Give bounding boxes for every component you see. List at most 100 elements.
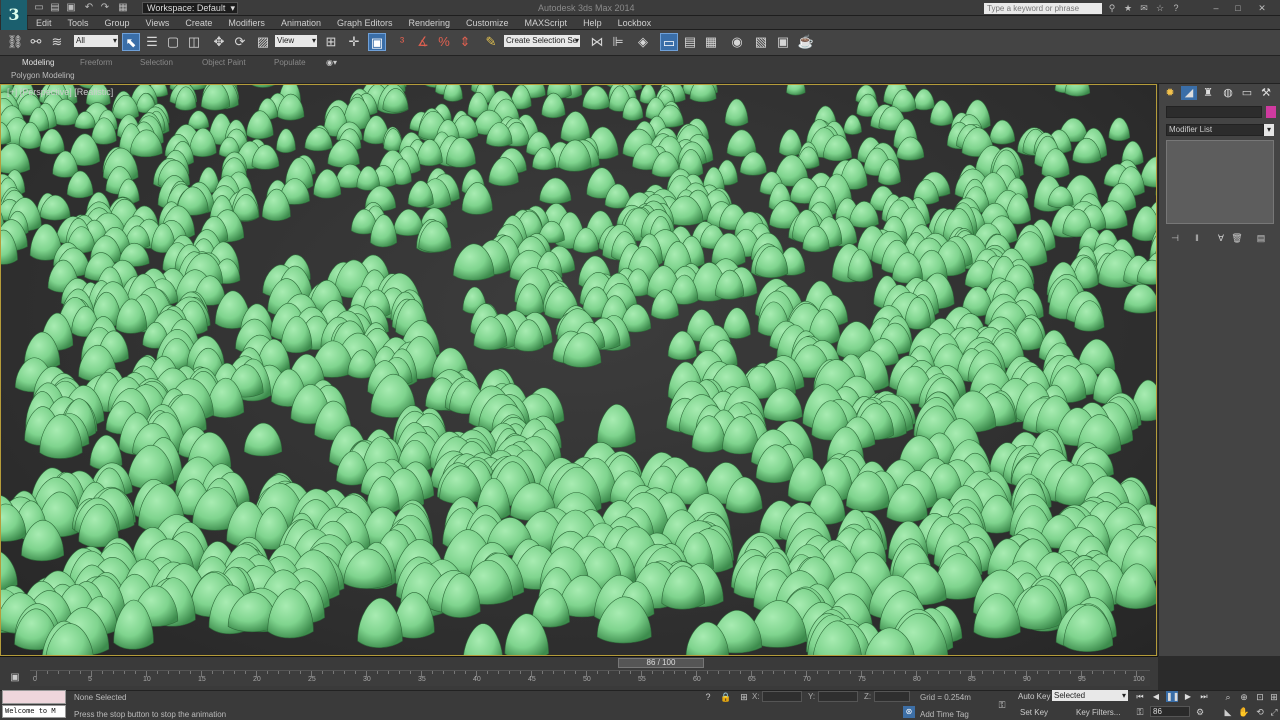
snaps-toggle-icon[interactable]: ³ xyxy=(393,33,411,51)
material-editor-icon[interactable]: ◉ xyxy=(728,33,746,51)
scatter-object[interactable] xyxy=(689,85,717,103)
render-production-icon[interactable]: ☕ xyxy=(797,33,815,51)
field-of-view-icon[interactable]: ◣ xyxy=(1222,706,1234,718)
selection-filter-select[interactable]: All xyxy=(74,35,118,47)
menu-rendering[interactable]: Rendering xyxy=(401,16,459,30)
x-coordinate-field[interactable] xyxy=(762,691,802,702)
scatter-object[interactable] xyxy=(443,85,463,102)
scatter-object[interactable] xyxy=(560,111,591,143)
menu-customize[interactable]: Customize xyxy=(458,16,517,30)
scatter-object[interactable] xyxy=(1131,205,1157,242)
ribbon-tab-object-paint[interactable]: Object Paint xyxy=(202,58,246,68)
unlink-icon[interactable]: ⚯ xyxy=(27,33,45,51)
menu-tools[interactable]: Tools xyxy=(60,16,97,30)
render-setup-icon[interactable]: ▧ xyxy=(752,33,770,51)
create-tab-icon[interactable]: ✹ xyxy=(1162,86,1178,100)
scatter-object[interactable] xyxy=(778,129,803,157)
remove-modifier-icon[interactable]: 🗑 xyxy=(1230,232,1244,244)
menu-views[interactable]: Views xyxy=(138,16,178,30)
display-tab-icon[interactable]: ▭ xyxy=(1239,86,1255,100)
rotate-icon[interactable]: ⟳ xyxy=(231,33,249,51)
rendered-frame-window-icon[interactable]: ▣ xyxy=(774,33,792,51)
spinner-snap-icon[interactable]: ⇕ xyxy=(456,33,474,51)
z-coordinate-field[interactable] xyxy=(874,691,910,702)
pin-stack-icon[interactable]: ⊣ xyxy=(1168,232,1182,244)
menu-help[interactable]: Help xyxy=(575,16,610,30)
time-config-icon[interactable]: ⚙ xyxy=(1194,706,1206,718)
search-input[interactable] xyxy=(984,3,1102,14)
named-selection-select[interactable]: Create Selection Se xyxy=(504,35,580,47)
favorites-icon[interactable]: ☆ xyxy=(1154,2,1166,14)
object-color-swatch[interactable] xyxy=(1266,106,1276,118)
auto-key-button[interactable]: Auto Key xyxy=(1018,692,1050,701)
scatter-object[interactable] xyxy=(463,623,503,656)
show-end-result-icon[interactable]: ‖ xyxy=(1190,232,1204,244)
scatter-object[interactable] xyxy=(843,114,862,135)
undo-icon[interactable]: ↶ xyxy=(82,2,96,13)
zoom-extents-icon[interactable]: ⊡ xyxy=(1254,691,1266,703)
modify-tab-icon[interactable]: ◢ xyxy=(1181,86,1197,100)
zoom-all-icon[interactable]: ⊕ xyxy=(1238,691,1250,703)
scatter-object[interactable] xyxy=(313,168,342,199)
menu-create[interactable]: Create xyxy=(177,16,220,30)
ribbon-tab-populate[interactable]: Populate xyxy=(274,58,306,68)
configure-sets-icon[interactable]: ▤ xyxy=(1254,232,1268,244)
scatter-object[interactable] xyxy=(724,98,749,127)
layer-manager-icon[interactable]: ◈ xyxy=(634,33,652,51)
bind-spacewarp-icon[interactable]: ≋ xyxy=(48,33,66,51)
search-icon[interactable]: ⚲ xyxy=(1106,2,1118,14)
maxscript-listener-output[interactable]: Welcome to M xyxy=(2,705,66,718)
time-tag-icon[interactable]: ⊛ xyxy=(903,706,915,718)
ribbon-options-icon[interactable]: ◉▾ xyxy=(326,58,337,67)
ribbon-tab-selection[interactable]: Selection xyxy=(140,58,173,68)
set-key-icon[interactable]: ⚿ xyxy=(1134,706,1146,718)
key-mode-icon[interactable]: ⚿ xyxy=(996,699,1008,711)
pivot-center-icon[interactable]: ⊞ xyxy=(322,33,340,51)
scatter-object[interactable] xyxy=(1123,283,1157,314)
project-folder-icon[interactable]: ▦ xyxy=(116,2,130,13)
redo-icon[interactable]: ↷ xyxy=(98,2,112,13)
percent-snap-icon[interactable]: % xyxy=(435,33,453,51)
set-key-button[interactable]: Set Key xyxy=(1020,708,1048,717)
viewport-label[interactable]: [+] [Perspective] [Realistic] xyxy=(7,87,113,97)
new-icon[interactable]: ▭ xyxy=(32,2,46,13)
time-slider[interactable]: 86 / 100 xyxy=(618,658,704,668)
menu-lockbox[interactable]: Lockbox xyxy=(610,16,660,30)
trackbar[interactable]: 0 5 10 15 20 25 30 35 40 45 50 55 60 65 70 75 80 85 90 95 10… xyxy=(30,670,1150,686)
ribbon-tab-freeform[interactable]: Freeform xyxy=(80,58,112,68)
menu-modifiers[interactable]: Modifiers xyxy=(220,16,273,30)
move-icon[interactable]: ✥ xyxy=(210,33,228,51)
app-logo-icon[interactable]: 3 xyxy=(1,0,27,30)
previous-frame-icon[interactable]: ◀ xyxy=(1150,691,1162,702)
ribbon-tab-modeling[interactable]: Modeling xyxy=(22,58,54,68)
orbit-icon[interactable]: ⟲ xyxy=(1254,706,1266,718)
select-by-name-icon[interactable]: ☰ xyxy=(143,33,161,51)
object-name-field[interactable] xyxy=(1166,106,1262,118)
subscription-icon[interactable]: ★ xyxy=(1122,2,1134,14)
link-icon[interactable]: ⛓ xyxy=(6,33,24,51)
menu-edit[interactable]: Edit xyxy=(28,16,60,30)
scatter-object[interactable] xyxy=(989,119,1016,145)
scatter-object[interactable] xyxy=(582,85,610,110)
menu-maxscript[interactable]: MAXScript xyxy=(517,16,576,30)
help-icon[interactable]: ? xyxy=(1170,2,1182,14)
goto-start-icon[interactable]: ⏮ xyxy=(1134,691,1146,702)
scatter-object[interactable] xyxy=(357,597,403,648)
close-icon[interactable]: ✕ xyxy=(1256,2,1268,14)
scatter-object[interactable] xyxy=(1064,85,1091,97)
hierarchy-tab-icon[interactable]: ♜ xyxy=(1200,86,1216,100)
maximize-viewport-icon[interactable]: ⤢ xyxy=(1268,706,1280,718)
window-crossing-icon[interactable]: ◫ xyxy=(185,33,203,51)
mirror-icon[interactable]: ⋈ xyxy=(588,33,606,51)
scatter-object[interactable] xyxy=(243,422,283,457)
scatter-object[interactable] xyxy=(1,550,18,591)
make-unique-icon[interactable]: ∀ xyxy=(1214,232,1228,244)
scatter-object[interactable] xyxy=(539,177,572,204)
rect-selection-icon[interactable]: ▢ xyxy=(164,33,182,51)
align-icon[interactable]: ⊫ xyxy=(609,33,627,51)
next-frame-icon[interactable]: ▶ xyxy=(1182,691,1194,702)
scatter-object[interactable] xyxy=(250,85,276,88)
angle-snap-icon[interactable]: ∡ xyxy=(414,33,432,51)
workspace-select[interactable]: Workspace: Default xyxy=(142,2,238,14)
maxscript-listener-input[interactable] xyxy=(2,690,66,704)
